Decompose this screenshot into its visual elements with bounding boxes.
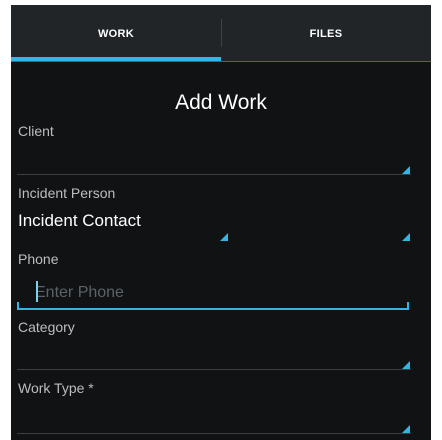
- phone-label: Phone: [18, 251, 59, 267]
- incident-person-dropdown-icon: [402, 233, 410, 241]
- category-dropdown-icon: [402, 361, 410, 369]
- phone-input-underline-right: [407, 302, 409, 309]
- incident-contact-value: Incident Contact: [18, 211, 141, 230]
- work-type-spinner-underline: [17, 433, 411, 434]
- category-label: Category: [18, 319, 75, 335]
- incident-contact-spinner[interactable]: Incident Contact: [17, 205, 229, 241]
- work-type-dropdown-icon: [402, 425, 410, 433]
- work-type-spinner[interactable]: [17, 400, 411, 434]
- client-spinner[interactable]: [17, 141, 411, 175]
- tab-bar: WORK FILES: [11, 5, 431, 62]
- tab-files[interactable]: FILES: [221, 5, 431, 62]
- text-cursor: [36, 281, 38, 302]
- page-title: Add Work: [175, 91, 267, 114]
- phone-input[interactable]: [19, 280, 408, 306]
- client-spinner-underline: [17, 174, 411, 175]
- category-spinner-underline: [17, 369, 411, 370]
- category-spinner[interactable]: [17, 336, 411, 370]
- client-label: Client: [18, 123, 54, 139]
- phone-input-underline: [17, 308, 409, 310]
- incident-contact-dropdown-icon: [220, 233, 228, 241]
- work-type-label: Work Type *: [18, 380, 94, 396]
- incident-person-label: Incident Person: [18, 185, 116, 201]
- incident-person-spinner[interactable]: [231, 205, 411, 241]
- client-dropdown-icon: [402, 166, 410, 174]
- tab-work[interactable]: WORK: [11, 5, 221, 62]
- app-frame: WORK FILES Add Work Client Incident Pers…: [11, 5, 431, 440]
